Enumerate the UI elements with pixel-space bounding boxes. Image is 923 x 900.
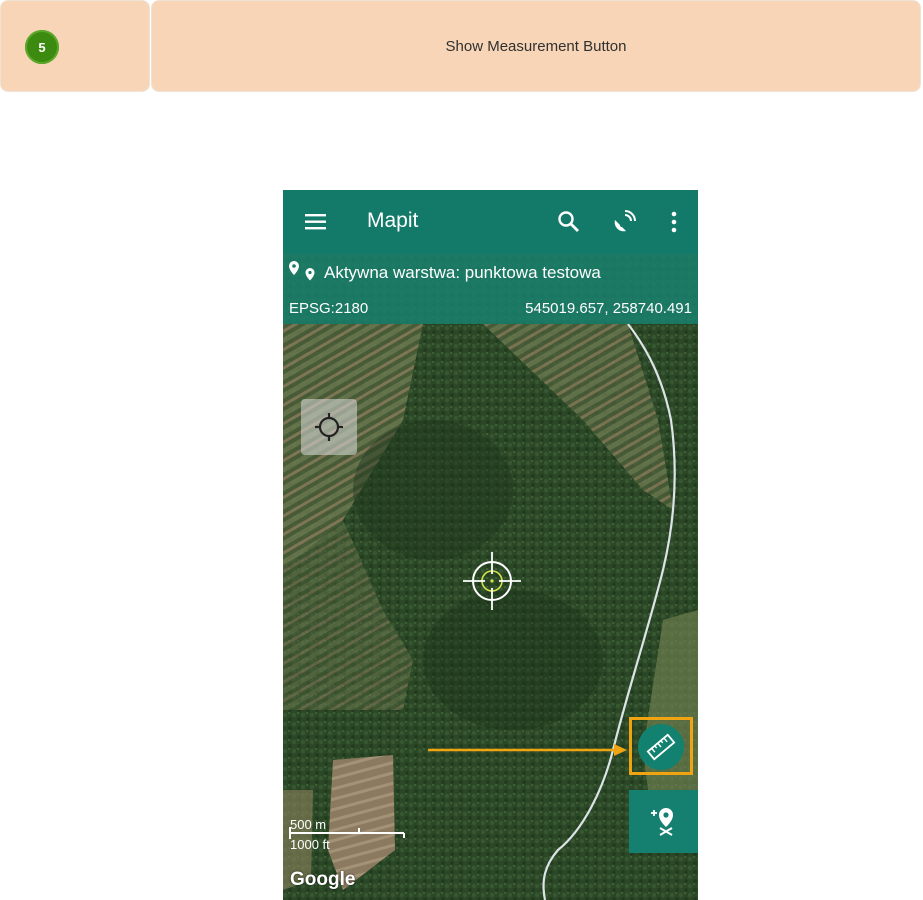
epsg-label: EPSG:2180 <box>289 300 369 317</box>
app-title: Mapit <box>367 209 419 232</box>
ruler-icon <box>645 731 677 763</box>
layer-info-bar: Aktywna warstwa: punktowa testowa EPSG:2… <box>283 254 698 324</box>
scale-metric-label: 500 m <box>290 817 327 832</box>
satellite-dish-icon[interactable] <box>610 208 638 236</box>
show-measurement-button[interactable] <box>638 724 684 770</box>
step-title-panel: Show Measurement Button <box>152 1 920 91</box>
map-scale-bar: 500 m 1000 ft <box>289 817 409 857</box>
scale-imperial-label: 1000 ft <box>290 837 330 852</box>
step-number-panel: 5 <box>1 1 149 91</box>
annotation-arrow <box>428 743 628 757</box>
gps-locate-button[interactable] <box>301 399 357 455</box>
add-location-icon <box>649 806 679 836</box>
more-vert-icon[interactable] <box>660 208 688 236</box>
app-bar: Mapit <box>283 190 698 254</box>
google-attribution-logo: Google <box>290 869 356 890</box>
active-layer-label[interactable]: Aktywna warstwa: punktowa testowa <box>324 263 601 283</box>
coordinates-readout: 545019.657, 258740.491 <box>525 300 692 317</box>
hamburger-menu-icon[interactable] <box>303 208 331 236</box>
step-title: Show Measurement Button <box>445 38 627 55</box>
map-center-crosshair-icon <box>461 550 523 612</box>
step-badge: 5 <box>25 30 59 64</box>
layer-pins-icon <box>288 260 322 284</box>
app-screenshot: Mapit Aktywna warstwa: punktowa testowa … <box>283 190 698 900</box>
gps-locate-icon <box>313 411 345 443</box>
add-point-button[interactable] <box>629 790 698 853</box>
search-icon[interactable] <box>555 208 583 236</box>
